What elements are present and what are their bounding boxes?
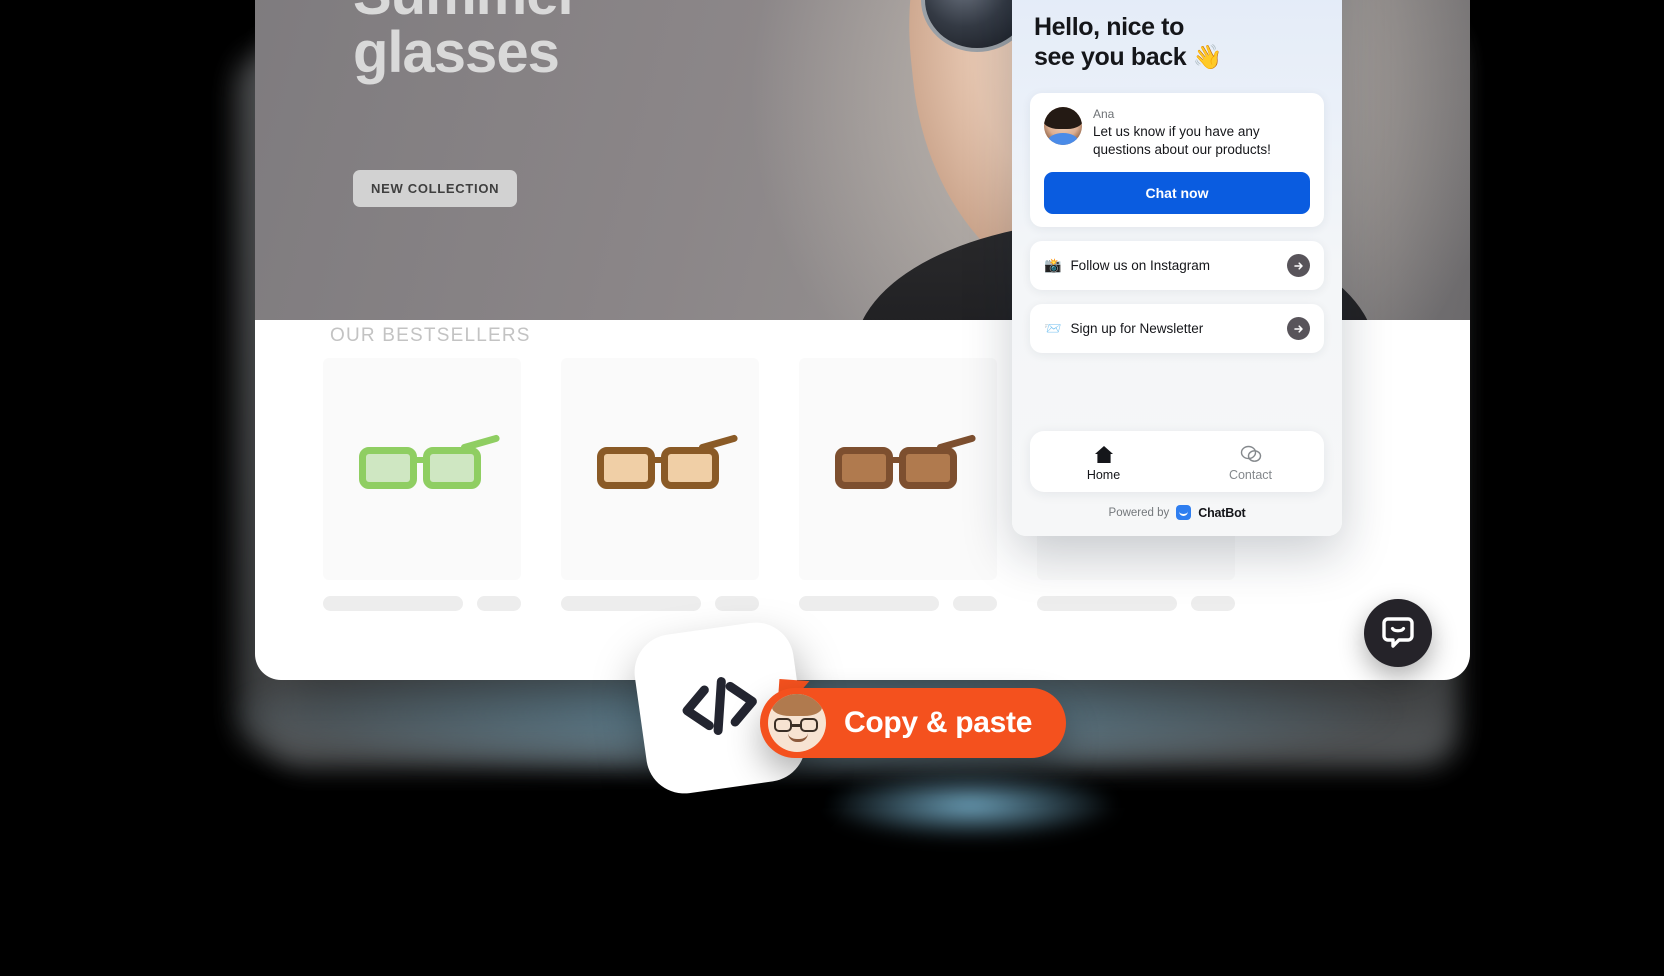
nav-item-contact[interactable]: Contact — [1177, 443, 1324, 482]
product-image-green — [323, 358, 521, 580]
product-card[interactable] — [323, 358, 521, 611]
product-image-brown — [799, 358, 997, 580]
widget-spacer — [1012, 353, 1342, 431]
brown-sunglasses-icon — [823, 434, 977, 499]
avatar — [1044, 106, 1082, 145]
quick-link-instagram[interactable]: 📸 Follow us on Instagram — [1030, 241, 1324, 291]
product-image-tortoise — [561, 358, 759, 580]
envelope-icon: 📨 — [1044, 320, 1062, 337]
quick-link-label: Sign up for Newsletter — [1070, 321, 1204, 337]
chatbot-logo-icon — [1381, 615, 1415, 652]
chat-bubbles-icon — [1177, 443, 1324, 465]
code-icon — [673, 668, 768, 748]
powered-by-footer: Powered by ChatBot — [1012, 492, 1342, 536]
quick-link-newsletter[interactable]: 📨 Sign up for Newsletter — [1030, 304, 1324, 354]
badge-label: Copy & paste — [844, 706, 1033, 739]
tortoiseshell-sunglasses-icon — [585, 434, 739, 499]
product-card[interactable] — [561, 358, 759, 611]
nav-item-label: Contact — [1228, 468, 1273, 482]
product-placeholder-lines — [1037, 596, 1235, 611]
nav-item-home[interactable]: Home — [1030, 443, 1177, 482]
greeting-line-1: Hello, nice to — [1034, 13, 1184, 41]
hero-title: Summer glasses — [353, 0, 580, 85]
agent-message-text: Let us know if you have any questions ab… — [1093, 123, 1271, 158]
hero-title-line-2: glasses — [353, 20, 560, 85]
waving-hand-icon: 👋 — [1192, 44, 1223, 71]
bestsellers-heading: OUR BESTSELLERS — [330, 325, 531, 346]
screenshot-stage: Summer glasses NEW COLLECTION OUR BESTSE… — [0, 0, 1664, 976]
camera-icon: 📸 — [1044, 257, 1062, 274]
copy-paste-badge[interactable]: Copy & paste — [760, 688, 1067, 758]
badge-glow — [820, 770, 1120, 840]
chat-widget: Hello, nice to see you back 👋 Ana Let us… — [1012, 0, 1342, 536]
chatbot-brand-name: ChatBot — [1198, 505, 1246, 520]
copy-paste-badge-wrapper: Copy & paste — [760, 679, 1067, 758]
agent-message-card: Ana Let us know if you have any question… — [1030, 92, 1324, 228]
powered-by-label: Powered by — [1108, 506, 1170, 519]
product-placeholder-lines — [323, 596, 521, 611]
quick-link-label: Follow us on Instagram — [1070, 258, 1210, 274]
agent-name: Ana — [1093, 106, 1115, 121]
nav-item-label: Home — [1086, 468, 1121, 482]
widget-greeting: Hello, nice to see you back 👋 — [1034, 12, 1320, 73]
chat-now-button[interactable]: Chat now — [1044, 172, 1310, 215]
chatbot-logo-icon — [1176, 505, 1192, 520]
home-icon — [1030, 443, 1177, 465]
arrow-right-icon[interactable] — [1287, 254, 1310, 278]
arrow-right-icon[interactable] — [1287, 317, 1310, 341]
green-sunglasses-icon — [347, 434, 501, 499]
person-avatar — [768, 694, 826, 752]
chat-toggle-button[interactable] — [1364, 599, 1432, 667]
new-collection-button[interactable]: NEW COLLECTION — [353, 170, 518, 207]
widget-bottom-nav: Home Contact — [1030, 431, 1324, 492]
product-card[interactable] — [799, 358, 997, 611]
product-placeholder-lines — [561, 596, 759, 611]
product-placeholder-lines — [799, 596, 997, 611]
greeting-line-2: see you back — [1034, 43, 1187, 71]
